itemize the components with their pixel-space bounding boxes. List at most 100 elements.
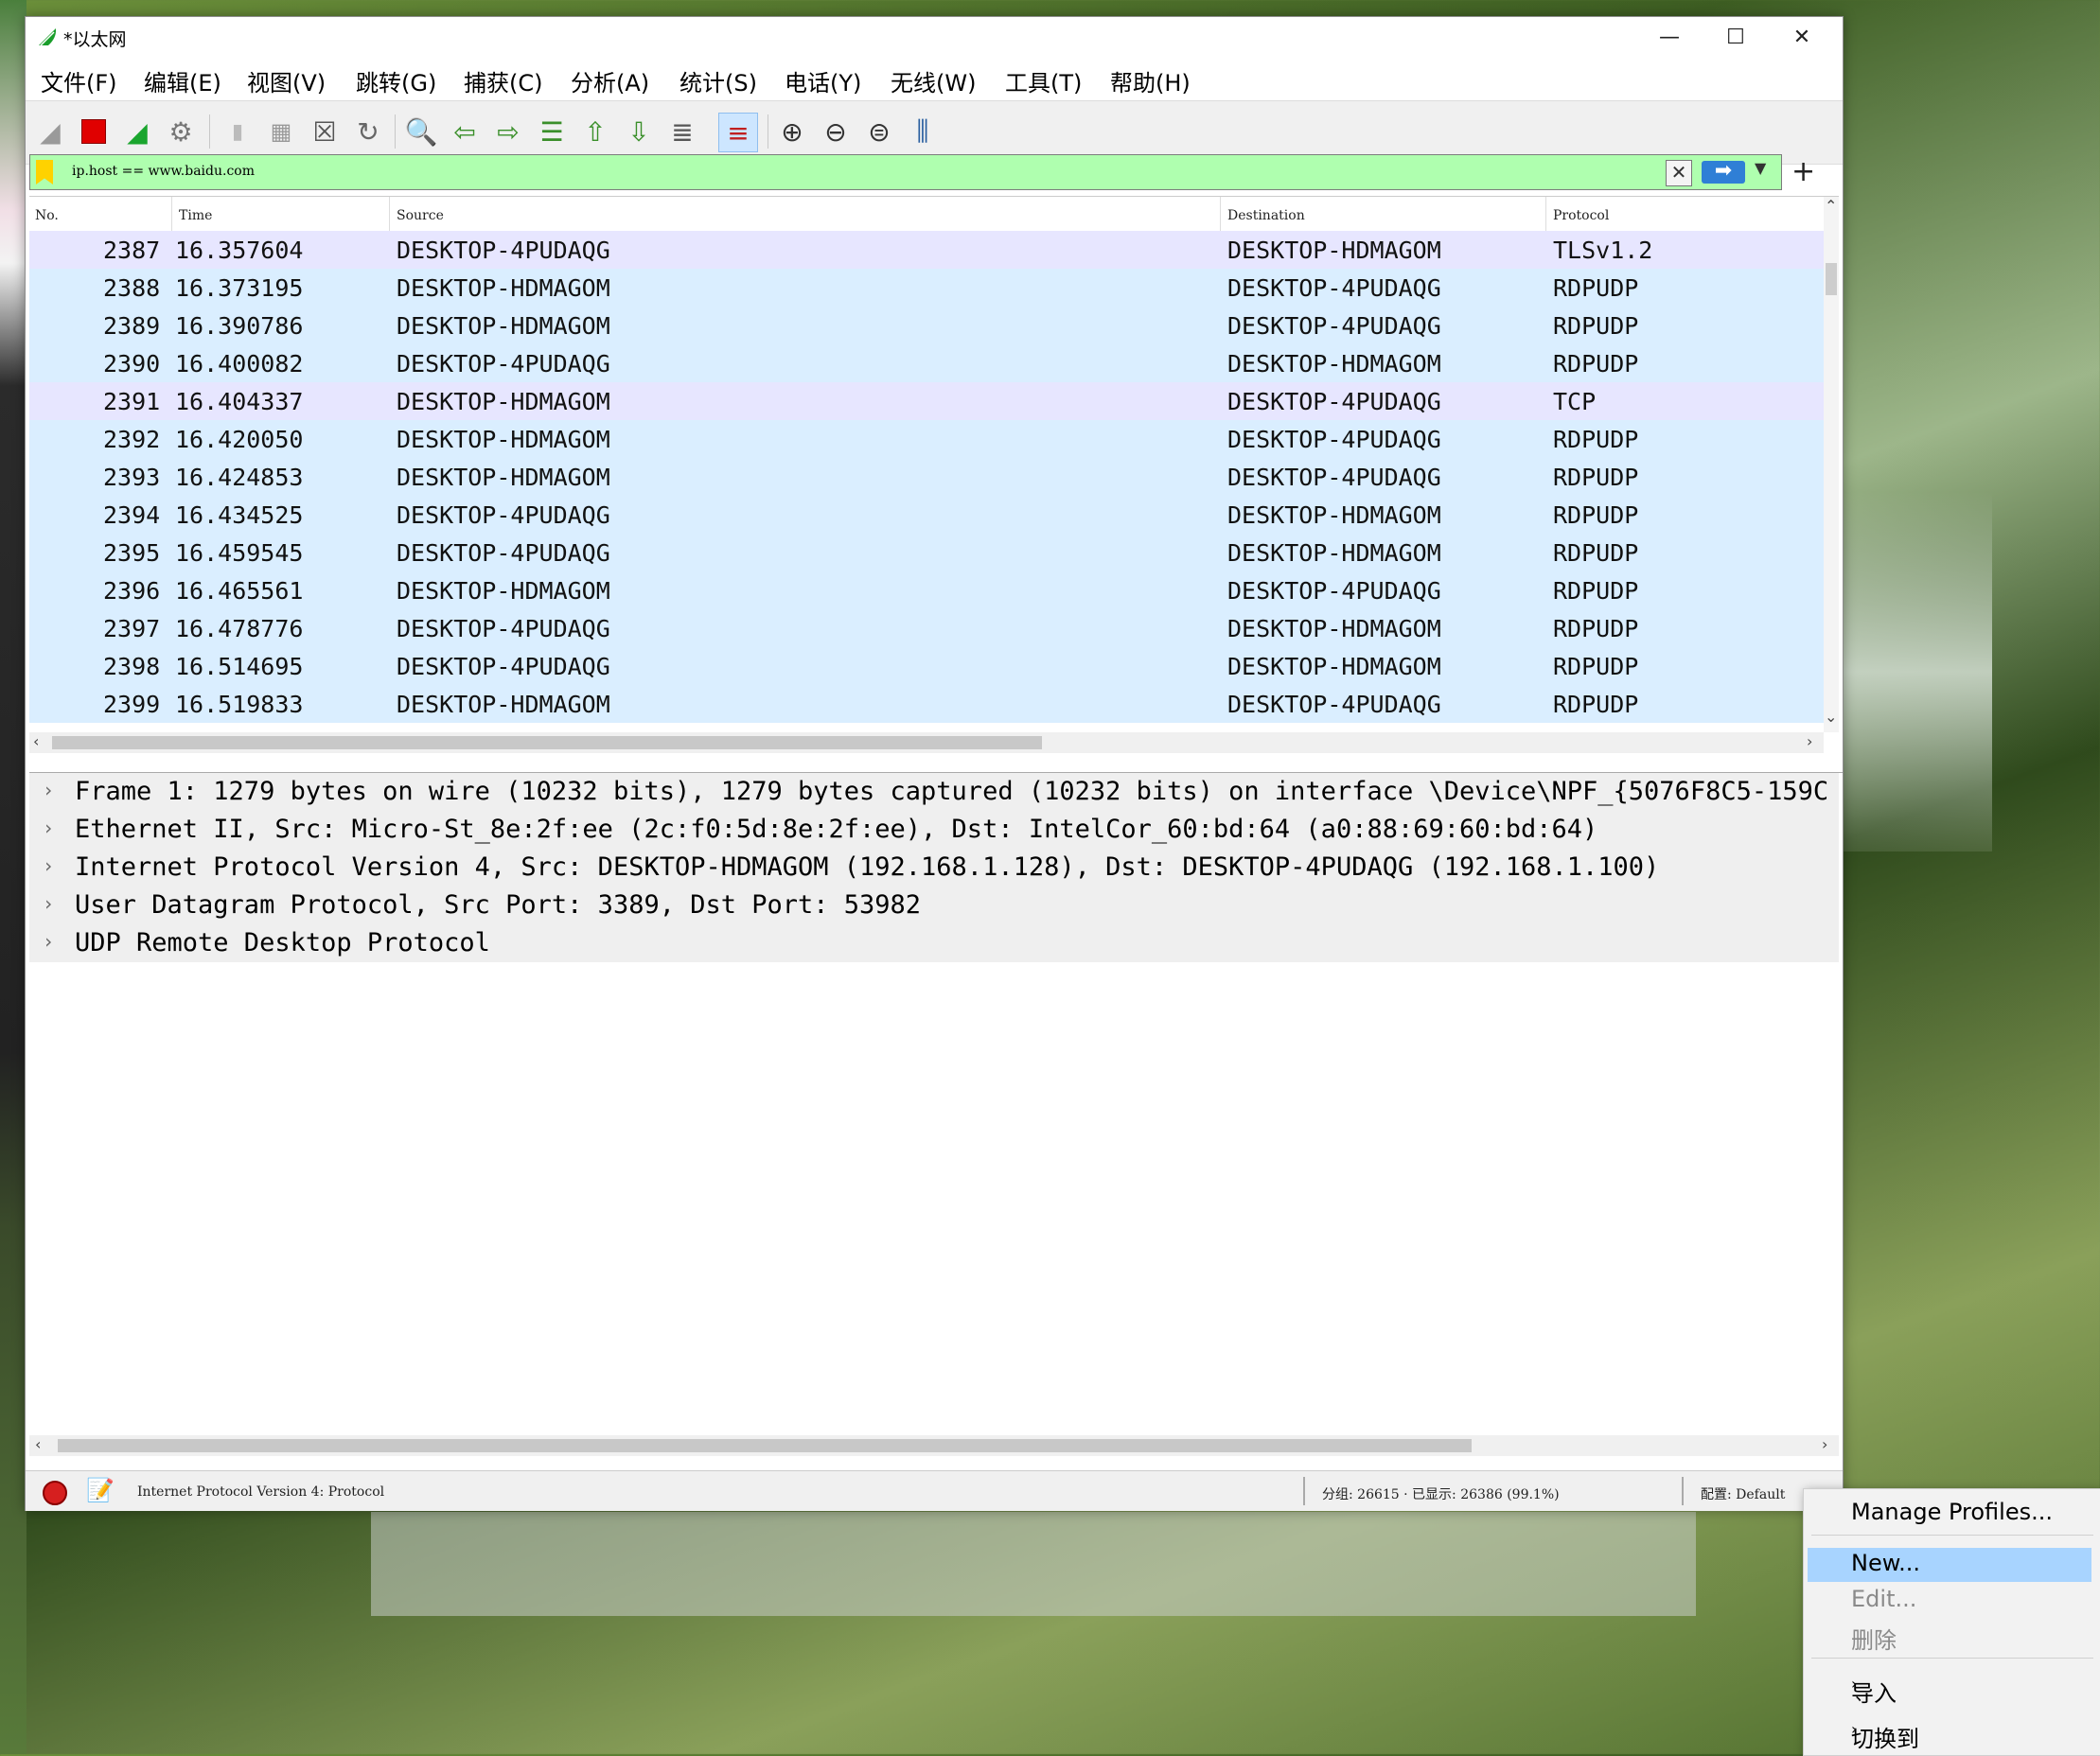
menu-view[interactable]: 视图(V) xyxy=(247,64,326,97)
column-header-no[interactable]: No. xyxy=(35,208,59,223)
add-filter-button-icon[interactable]: + xyxy=(1791,155,1815,188)
scroll-down-arrow-icon[interactable]: ⌄ xyxy=(1825,708,1837,726)
clear-filter-icon[interactable]: ✕ xyxy=(1666,160,1692,186)
scroll-up-arrow-icon[interactable]: ⌃ xyxy=(1825,197,1837,215)
filter-history-dropdown-icon[interactable]: ▼ xyxy=(1755,159,1766,177)
zoom-out-icon[interactable]: ⊖ xyxy=(817,113,855,150)
expert-info-icon[interactable] xyxy=(43,1481,67,1505)
menu-item-edit-profile[interactable]: Edit... xyxy=(1804,1584,2100,1618)
go-to-packet-icon[interactable]: ☰ xyxy=(533,113,571,150)
apply-filter-arrow-icon[interactable]: ➡ xyxy=(1702,161,1745,184)
menu-statistics[interactable]: 统计(S) xyxy=(679,64,757,97)
minimize-button[interactable]: — xyxy=(1636,17,1703,57)
table-row[interactable]: 2398 16.514695 DESKTOP-4PUDAQG DESKTOP-HDMA… xyxy=(29,647,1824,685)
menu-item-manage-profiles[interactable]: Manage Profiles... xyxy=(1804,1497,2100,1531)
find-packet-icon[interactable]: 🔍 xyxy=(402,113,440,150)
vscroll-thumb[interactable] xyxy=(1826,263,1837,295)
table-row[interactable]: 2393 16.424853 DESKTOP-HDMAGOM DESKTOP-4PUD… xyxy=(29,458,1824,496)
column-header-destination[interactable]: Destination xyxy=(1227,208,1305,223)
table-row[interactable]: 2399 16.519833 DESKTOP-HDMAGOM DESKTOP-4PUD… xyxy=(29,685,1824,723)
save-file-icon[interactable]: ▦ xyxy=(262,113,300,150)
table-row[interactable]: 2387 16.357604 DESKTOP-4PUDAQG DESKTOP-HDMA… xyxy=(29,231,1824,269)
packet-source: DESKTOP-HDMAGOM xyxy=(397,274,610,302)
expand-chevron-icon[interactable]: › xyxy=(43,930,54,953)
expand-chevron-icon[interactable]: › xyxy=(43,817,54,839)
auto-scroll-icon[interactable]: ≣ xyxy=(663,113,701,150)
packet-time: 16.390786 xyxy=(175,312,304,340)
detail-tree-item[interactable]: › UDP Remote Desktop Protocol xyxy=(29,924,1839,962)
stop-capture-icon[interactable] xyxy=(75,113,113,150)
table-row[interactable]: 2394 16.434525 DESKTOP-4PUDAQG DESKTOP-HDMA… xyxy=(29,496,1824,534)
submenu-arrow-icon: › xyxy=(1851,1675,1858,1693)
column-header-source[interactable]: Source xyxy=(397,208,444,223)
hscroll-thumb[interactable] xyxy=(52,736,1042,749)
details-hscroll-thumb[interactable] xyxy=(58,1439,1472,1452)
packet-number: 2396 xyxy=(103,577,161,605)
packet-list-hscrollbar[interactable]: ‹ › xyxy=(29,732,1824,753)
packet-time: 16.514695 xyxy=(175,653,304,680)
detail-tree-item[interactable]: › User Datagram Protocol, Src Port: 3389,… xyxy=(29,887,1839,924)
scroll-right-arrow-icon[interactable]: › xyxy=(1822,1435,1827,1453)
packet-number: 2389 xyxy=(103,312,161,340)
detail-tree-item[interactable]: › Frame 1: 1279 bytes on wire (10232 bits… xyxy=(29,773,1839,811)
details-hscrollbar[interactable]: ‹ › xyxy=(29,1435,1839,1456)
table-row[interactable]: 2389 16.390786 DESKTOP-HDMAGOM DESKTOP-4PUD… xyxy=(29,307,1824,344)
display-filter-input[interactable] xyxy=(72,155,1681,187)
table-row[interactable]: 2395 16.459545 DESKTOP-4PUDAQG DESKTOP-HDMA… xyxy=(29,534,1824,571)
packet-source: DESKTOP-4PUDAQG xyxy=(397,615,610,642)
open-file-icon[interactable]: ▮ xyxy=(219,113,256,150)
table-row[interactable]: 2390 16.400082 DESKTOP-4PUDAQG DESKTOP-HDMA… xyxy=(29,344,1824,382)
detail-tree-label: Ethernet II, Src: Micro-St_8e:2f:ee (2c:… xyxy=(75,815,1598,844)
maximize-button[interactable]: ☐ xyxy=(1703,17,1769,57)
scroll-right-arrow-icon[interactable]: › xyxy=(1807,732,1812,750)
table-row[interactable]: 2397 16.478776 DESKTOP-4PUDAQG DESKTOP-HDMA… xyxy=(29,609,1824,647)
go-back-icon[interactable]: ⇦ xyxy=(446,113,484,150)
detail-tree-item[interactable]: › Internet Protocol Version 4, Src: DESKT… xyxy=(29,849,1839,887)
display-filter-bar: ✕ ➡ ▼ xyxy=(29,154,1782,190)
go-last-icon[interactable]: ⇩ xyxy=(620,113,658,150)
menu-edit[interactable]: 编辑(E) xyxy=(144,64,221,97)
menu-item-delete-profile[interactable]: 删除 xyxy=(1804,1620,2100,1654)
zoom-normal-icon[interactable]: ⊜ xyxy=(860,113,898,150)
status-profile[interactable]: 配置: Default xyxy=(1701,1484,1785,1503)
menu-wireless[interactable]: 无线(W) xyxy=(891,64,976,97)
column-header-protocol[interactable]: Protocol xyxy=(1553,208,1609,223)
packet-source: DESKTOP-4PUDAQG xyxy=(397,350,610,378)
expand-chevron-icon[interactable]: › xyxy=(43,779,54,801)
zoom-in-icon[interactable]: ⊕ xyxy=(773,113,811,150)
table-row[interactable]: 2391 16.404337 DESKTOP-HDMAGOM DESKTOP-4PUD… xyxy=(29,382,1824,420)
menu-analyze[interactable]: 分析(A) xyxy=(571,64,649,97)
menu-go[interactable]: 跳转(G) xyxy=(356,64,436,97)
detail-tree-item[interactable]: › Ethernet II, Src: Micro-St_8e:2f:ee (2c… xyxy=(29,811,1839,849)
restart-capture-icon[interactable]: ◢ xyxy=(118,113,156,150)
table-row[interactable]: 2392 16.420050 DESKTOP-HDMAGOM DESKTOP-4PUD… xyxy=(29,420,1824,458)
resize-columns-icon[interactable]: ⫼ xyxy=(904,113,942,150)
table-row[interactable]: 2396 16.465561 DESKTOP-HDMAGOM DESKTOP-4PUD… xyxy=(29,571,1824,609)
menu-item-import-profile[interactable]: 导入 › xyxy=(1804,1673,2100,1707)
menu-item-switch-profile[interactable]: 切换到 › xyxy=(1804,1718,2100,1752)
menu-item-new-profile[interactable]: New... xyxy=(1808,1548,2091,1582)
colorize-icon[interactable]: ≡ xyxy=(718,113,758,152)
go-forward-icon[interactable]: ⇨ xyxy=(489,113,527,150)
close-file-icon[interactable]: ☒ xyxy=(306,113,344,150)
expand-chevron-icon[interactable]: › xyxy=(43,854,54,877)
capture-options-icon[interactable]: ⚙ xyxy=(162,113,200,150)
shark-fin-start-icon[interactable]: ◢ xyxy=(31,113,69,150)
menu-capture[interactable]: 捕获(C) xyxy=(464,64,542,97)
capture-comment-icon[interactable]: 📝 xyxy=(86,1477,115,1503)
go-first-icon[interactable]: ⇧ xyxy=(576,113,614,150)
reload-file-icon[interactable]: ↻ xyxy=(349,113,387,150)
menu-file[interactable]: 文件(F) xyxy=(41,64,117,97)
menu-tools[interactable]: 工具(T) xyxy=(1005,64,1082,97)
scroll-left-arrow-icon[interactable]: ‹ xyxy=(35,1435,41,1453)
menu-separator xyxy=(1811,1658,2093,1659)
menu-telephony[interactable]: 电话(Y) xyxy=(785,64,861,97)
table-row[interactable]: 2388 16.373195 DESKTOP-HDMAGOM DESKTOP-4PUD… xyxy=(29,269,1824,307)
scroll-left-arrow-icon[interactable]: ‹ xyxy=(33,732,39,750)
column-header-time[interactable]: Time xyxy=(179,208,212,223)
expand-chevron-icon[interactable]: › xyxy=(43,892,54,915)
packet-list-vscrollbar[interactable]: ⌃ ⌄ xyxy=(1824,197,1839,732)
bookmark-icon[interactable] xyxy=(36,160,53,184)
menu-help[interactable]: 帮助(H) xyxy=(1110,64,1191,97)
close-button[interactable]: ✕ xyxy=(1769,17,1835,57)
